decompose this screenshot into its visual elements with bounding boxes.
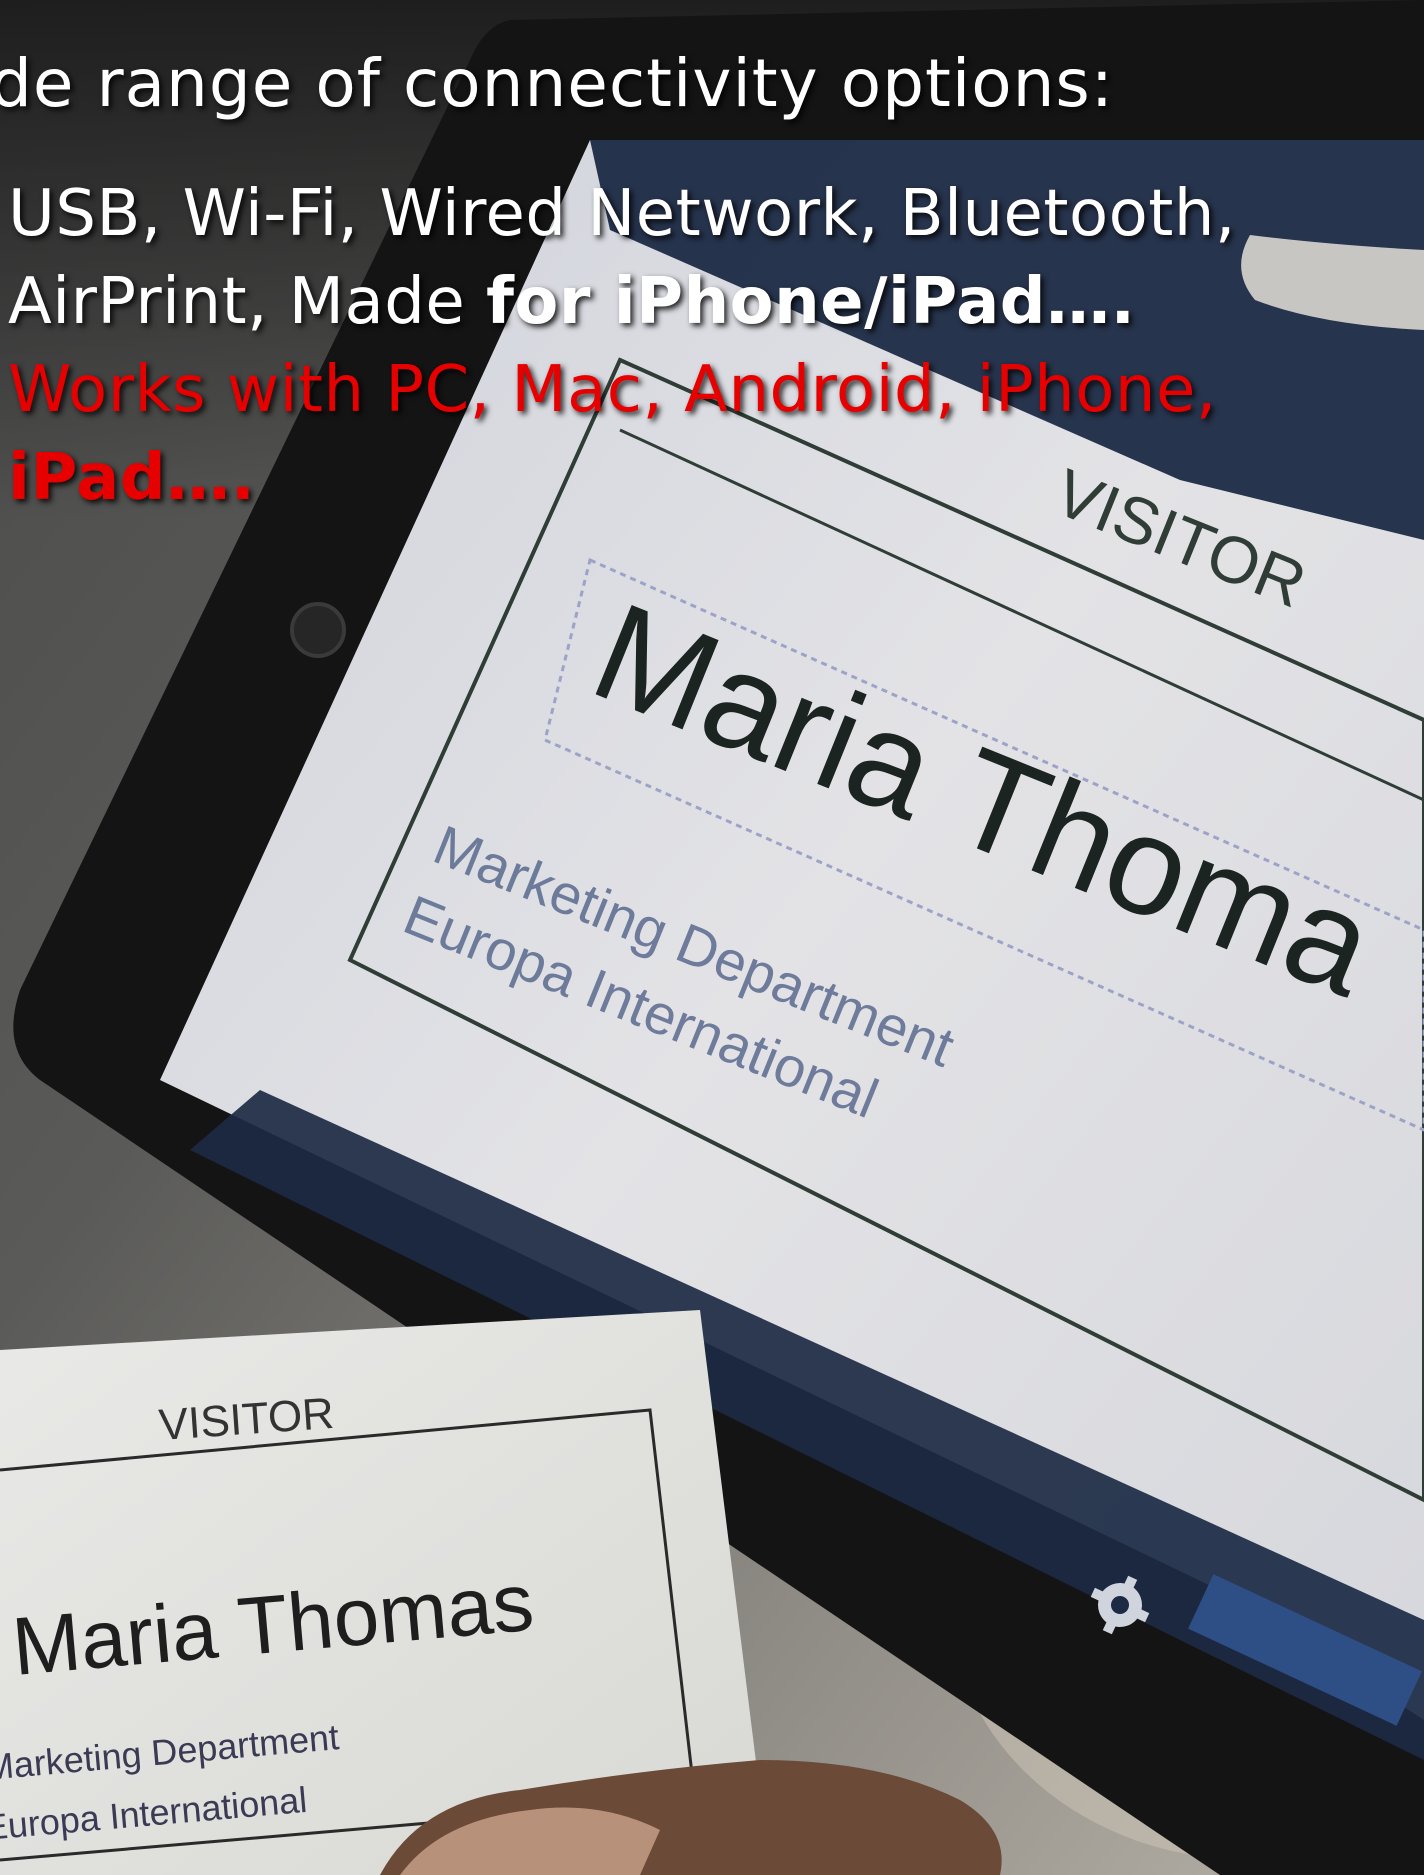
connectivity-line-2-normal: AirPrint, Made: [8, 265, 487, 339]
compatibility-line-1: Works with PC, Mac, Android, iPhone,: [8, 353, 1217, 427]
compatibility-line-2: iPad….: [8, 441, 256, 515]
headline: de range of connectivity options:: [0, 45, 1115, 122]
connectivity-line-2-bold: for iPhone/iPad….: [486, 265, 1136, 339]
feature-list: USB, Wi-Fi, Wired Network, Bluetooth, Ai…: [8, 170, 1236, 522]
connectivity-line-2: AirPrint, Made for iPhone/iPad….: [8, 258, 1236, 346]
camera-icon: [290, 602, 346, 658]
connectivity-line-1: USB, Wi-Fi, Wired Network, Bluetooth,: [8, 177, 1236, 251]
